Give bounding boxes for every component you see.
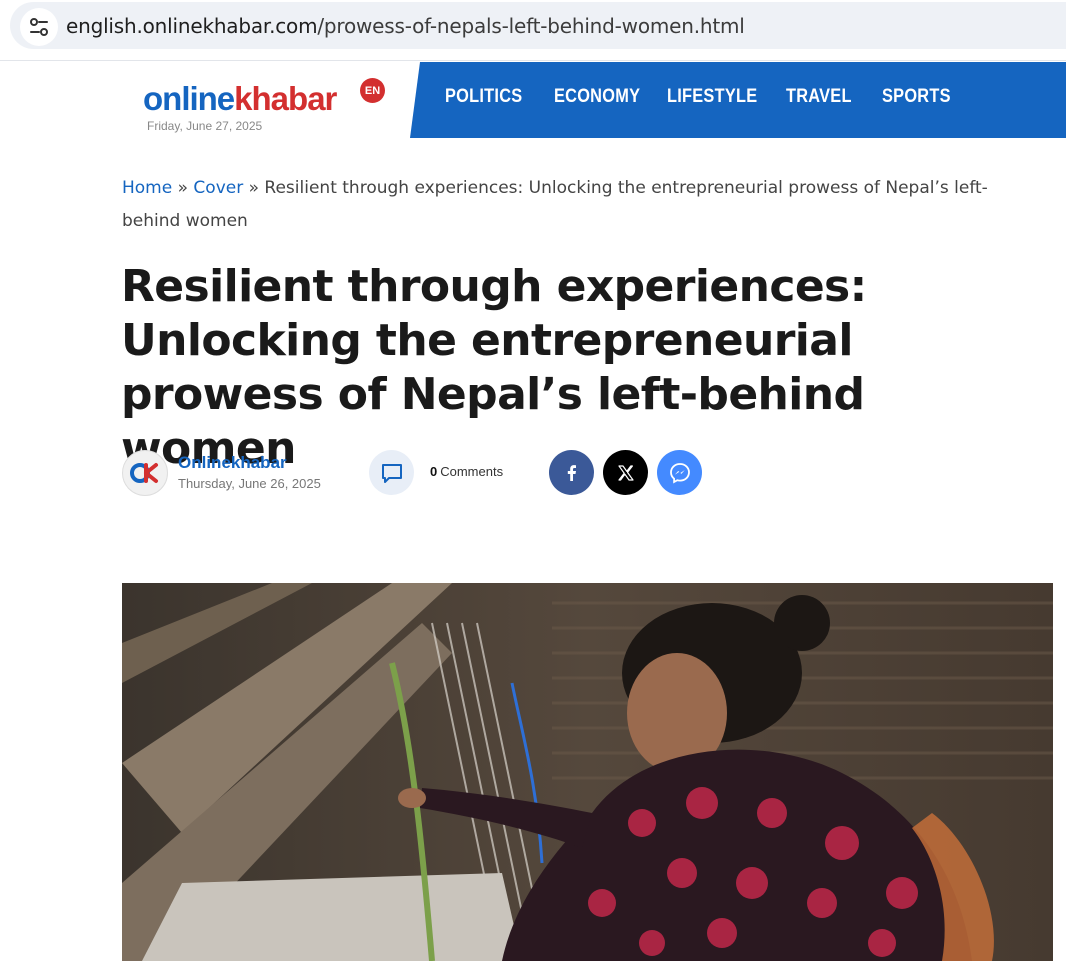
article-title: Resilient through experiences: Unlocking… [121,261,867,474]
logo-en-badge: EN [360,78,385,103]
comment-count[interactable]: 0 Comments [430,464,503,479]
nav-sports[interactable]: SPORTS [882,86,951,108]
share-messenger-button[interactable] [657,450,702,495]
author-name[interactable]: Onlinekhabar [178,453,287,473]
breadcrumb: Home » Cover » Resilient through experie… [122,172,1022,238]
nav-economy[interactable]: ECONOMY [554,86,640,108]
logo-wordmark: onlinekhabar [143,80,337,117]
share-facebook-button[interactable] [549,450,594,495]
hero-image [122,583,1053,961]
url-host: english.onlinekhabar.com [66,14,318,38]
author-avatar[interactable] [122,450,168,496]
logo-khabar: khabar [234,80,337,117]
site-info-button[interactable] [20,8,58,46]
comment-count-number: 0 [430,464,438,479]
breadcrumb-separator: » [243,178,265,198]
logo-online: online [143,80,235,117]
share-x-button[interactable] [603,450,648,495]
messenger-icon [669,462,690,484]
facebook-icon [567,464,576,481]
browser-address-bar: english.onlinekhabar.com/prowess-of-nepa… [0,0,1066,61]
tune-icon [30,18,48,36]
nav-travel[interactable]: TRAVEL [786,86,852,108]
onlinekhabar-logo-icon [130,463,158,483]
post-date: Thursday, June 26, 2025 [178,476,321,491]
main-nav: POLITICS ECONOMY LIFESTYLE TRAVEL SPORTS [410,62,1066,138]
nav-lifestyle[interactable]: LIFESTYLE [667,86,757,108]
breadcrumb-separator: » [172,178,194,198]
url-text[interactable]: english.onlinekhabar.com/prowess-of-nepa… [66,14,745,38]
comment-icon [381,463,402,483]
comments-button[interactable] [369,450,414,495]
header-date: Friday, June 27, 2025 [147,119,263,133]
x-icon [617,464,634,481]
url-box[interactable]: english.onlinekhabar.com/prowess-of-nepa… [10,2,1066,49]
woman-weaving-at-loom-photo [122,583,1053,961]
comment-count-label: Comments [440,464,504,479]
breadcrumb-home[interactable]: Home [122,178,172,198]
site-logo[interactable]: onlinekhabar EN Friday, June 27, 2025 [143,78,385,133]
breadcrumb-cover[interactable]: Cover [193,178,243,198]
url-path: /prowess-of-nepals-left-behind-women.htm… [317,14,745,38]
nav-politics[interactable]: POLITICS [445,86,522,108]
